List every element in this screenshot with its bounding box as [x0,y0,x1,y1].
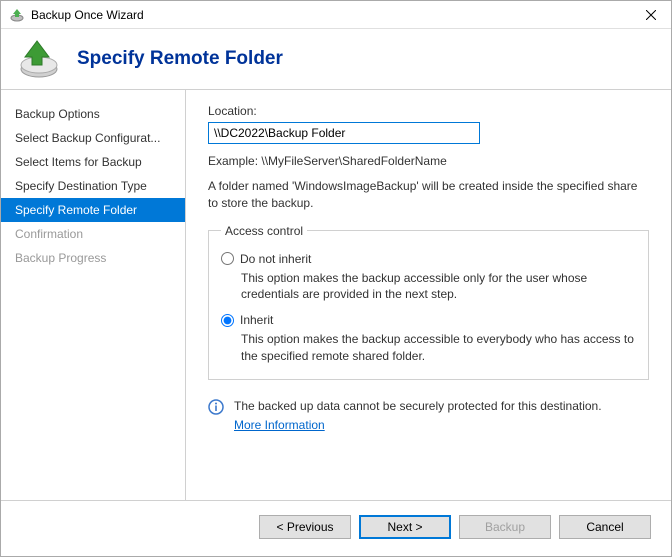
next-button[interactable]: Next > [359,515,451,539]
backup-app-icon [9,7,25,23]
wizard-header: Specify Remote Folder [1,29,671,89]
location-example: Example: \\MyFileServer\SharedFolderName [208,154,649,168]
titlebar-title: Backup Once Wizard [31,8,631,22]
sidebar-item-confirmation: Confirmation [1,222,185,246]
page-title: Specify Remote Folder [77,48,283,70]
sidebar-item-remote-folder[interactable]: Specify Remote Folder [1,198,185,222]
sidebar-item-select-items[interactable]: Select Items for Backup [1,150,185,174]
inherit-label: Inherit [240,313,273,327]
location-input[interactable] [208,122,480,144]
access-control-group: Access control Do not inherit This optio… [208,224,649,380]
close-button[interactable] [631,1,671,29]
more-info-link[interactable]: More Information [234,417,325,434]
do-not-inherit-radio[interactable] [221,252,234,265]
do-not-inherit-option[interactable]: Do not inherit [221,252,636,266]
titlebar: Backup Once Wizard [1,1,671,29]
wizard-content: Location: Example: \\MyFileServer\Shared… [186,90,671,500]
sidebar-item-destination-type[interactable]: Specify Destination Type [1,174,185,198]
wizard-footer: < Previous Next > Backup Cancel [1,500,671,553]
sidebar-item-backup-progress: Backup Progress [1,246,185,270]
backup-button: Backup [459,515,551,539]
warning-row: The backed up data cannot be securely pr… [208,398,649,434]
previous-button[interactable]: < Previous [259,515,351,539]
inherit-option[interactable]: Inherit [221,313,636,327]
access-control-legend: Access control [221,224,307,238]
inherit-radio[interactable] [221,314,234,327]
backup-wizard-icon [17,37,61,81]
location-label: Location: [208,104,649,118]
do-not-inherit-desc: This option makes the backup accessible … [241,270,636,304]
warning-text: The backed up data cannot be securely pr… [234,399,602,413]
cancel-button[interactable]: Cancel [559,515,651,539]
wizard-steps-sidebar: Backup Options Select Backup Configurat.… [1,90,186,500]
inherit-desc: This option makes the backup accessible … [241,331,636,365]
sidebar-item-backup-options[interactable]: Backup Options [1,102,185,126]
do-not-inherit-label: Do not inherit [240,252,311,266]
folder-info-text: A folder named 'WindowsImageBackup' will… [208,178,649,212]
info-icon [208,399,224,415]
sidebar-item-select-config[interactable]: Select Backup Configurat... [1,126,185,150]
